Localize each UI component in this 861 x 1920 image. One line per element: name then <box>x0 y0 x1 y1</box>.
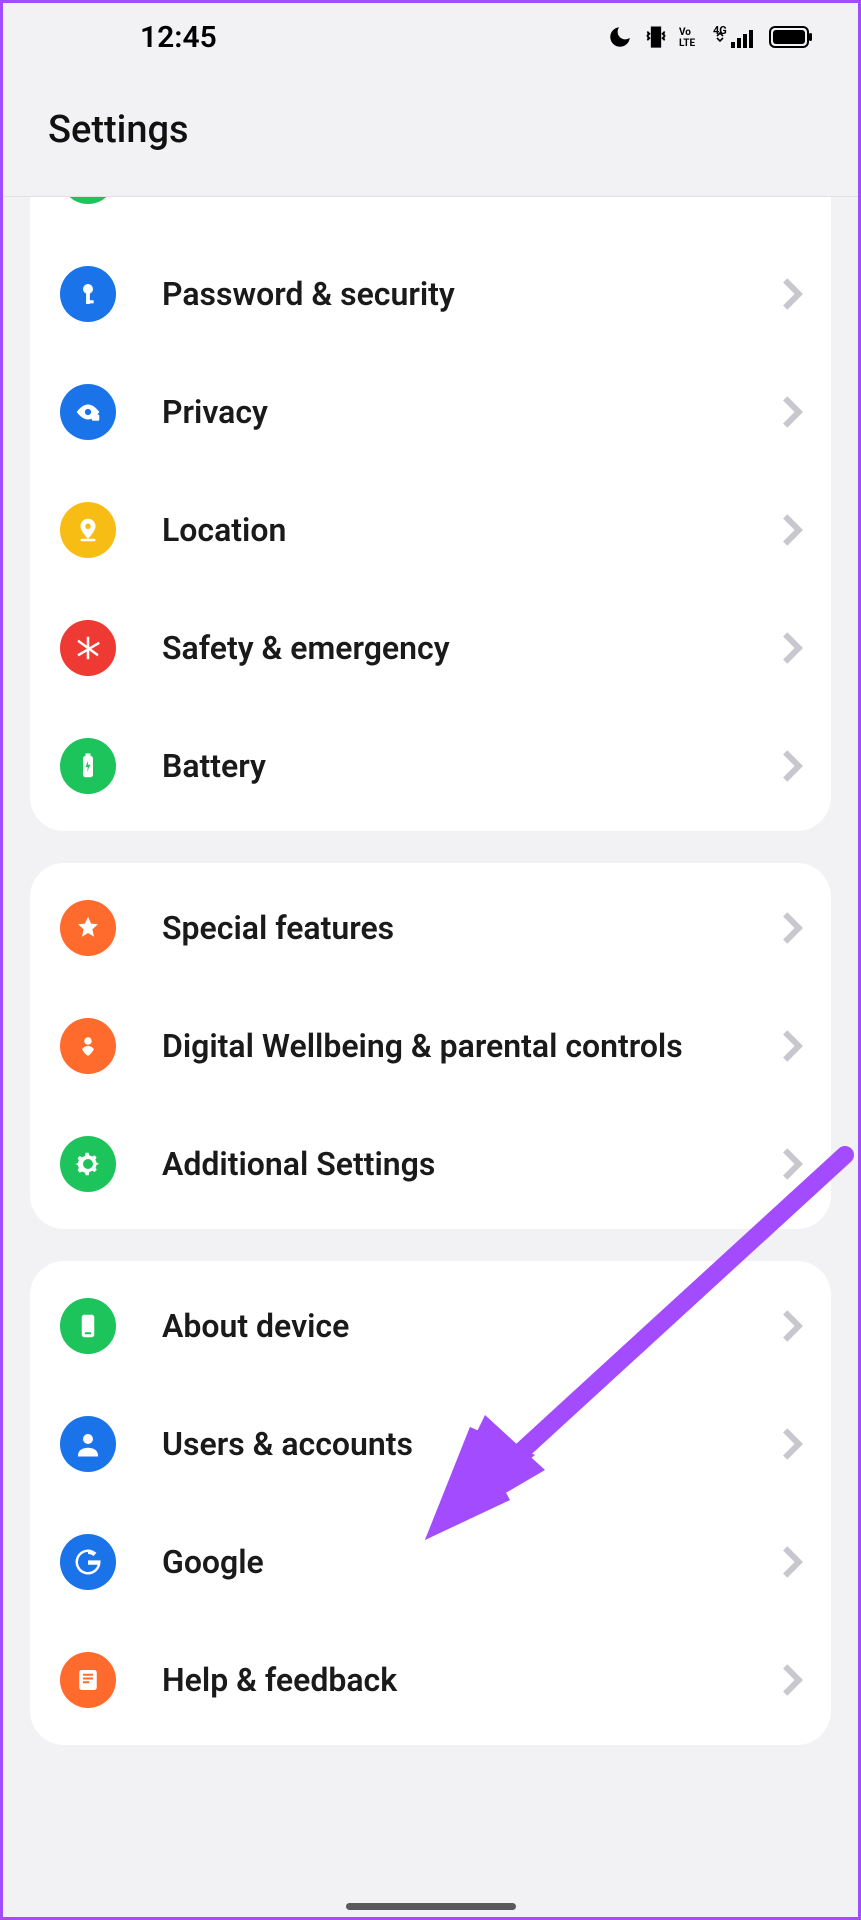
settings-label: Special features <box>162 908 781 948</box>
vibrate-icon <box>643 24 669 50</box>
heart-icon <box>60 1018 116 1074</box>
chevron-right-icon <box>781 277 803 311</box>
chevron-right-icon <box>781 1663 803 1697</box>
settings-list: Apps Password & security Privacy Locatio… <box>0 196 861 1745</box>
settings-item-google[interactable]: Google <box>30 1503 831 1621</box>
settings-group-features: Special features Digital Wellbeing & par… <box>30 863 831 1229</box>
settings-label: Help & feedback <box>162 1660 781 1700</box>
svg-text:4G: 4G <box>713 24 727 37</box>
settings-label: Additional Settings <box>162 1144 781 1184</box>
settings-label: Password & security <box>162 274 781 314</box>
settings-item-additional[interactable]: Additional Settings <box>30 1105 831 1223</box>
key-icon <box>60 266 116 322</box>
dnd-moon-icon <box>607 24 633 50</box>
pin-icon <box>60 502 116 558</box>
apps-icon <box>60 196 116 204</box>
status-bar: 12:45 VoLTE 4G <box>0 0 861 74</box>
chevron-right-icon <box>781 749 803 783</box>
chevron-right-icon <box>781 1309 803 1343</box>
settings-group-device: Apps Password & security Privacy Locatio… <box>30 196 831 831</box>
signal-icon: 4G <box>713 24 759 50</box>
svg-text:Vo: Vo <box>679 27 691 38</box>
settings-label: About device <box>162 1306 781 1346</box>
settings-item-wellbeing[interactable]: Digital Wellbeing & parental controls <box>30 987 831 1105</box>
settings-label: Privacy <box>162 392 781 432</box>
settings-label: Location <box>162 510 781 550</box>
settings-label: Battery <box>162 746 781 786</box>
settings-item-special[interactable]: Special features <box>30 869 831 987</box>
settings-item-battery[interactable]: Battery <box>30 707 831 825</box>
settings-item-help[interactable]: Help & feedback <box>30 1621 831 1739</box>
settings-label: Safety & emergency <box>162 628 781 668</box>
chevron-right-icon <box>781 631 803 665</box>
status-time: 12:45 <box>140 20 217 55</box>
battery-icon <box>60 738 116 794</box>
asterisk-icon <box>60 620 116 676</box>
settings-item-safety[interactable]: Safety & emergency <box>30 589 831 707</box>
chevron-right-icon <box>781 1545 803 1579</box>
star-icon <box>60 900 116 956</box>
gear-icon <box>60 1136 116 1192</box>
settings-scroll[interactable]: Apps Password & security Privacy Locatio… <box>0 196 861 1920</box>
page-title: Settings <box>48 108 861 152</box>
volte-icon: VoLTE <box>679 26 703 48</box>
settings-item-location[interactable]: Location <box>30 471 831 589</box>
settings-label: Google <box>162 1542 781 1582</box>
status-icons: VoLTE 4G <box>607 24 813 50</box>
chevron-right-icon <box>781 1147 803 1181</box>
chevron-right-icon <box>781 911 803 945</box>
battery-status-icon <box>769 26 813 48</box>
eye-lock-icon <box>60 384 116 440</box>
settings-label: Digital Wellbeing & parental controls <box>162 1026 781 1066</box>
settings-item-password[interactable]: Password & security <box>30 235 831 353</box>
chevron-right-icon <box>781 1029 803 1063</box>
svg-text:LTE: LTE <box>679 38 695 48</box>
device-icon <box>60 1298 116 1354</box>
book-icon <box>60 1652 116 1708</box>
chevron-right-icon <box>781 513 803 547</box>
google-icon <box>60 1534 116 1590</box>
settings-item-users[interactable]: Users & accounts <box>30 1385 831 1503</box>
chevron-right-icon <box>781 395 803 429</box>
settings-label: Users & accounts <box>162 1424 781 1464</box>
settings-item-about[interactable]: About device <box>30 1267 831 1385</box>
person-icon <box>60 1416 116 1472</box>
settings-group-system: About device Users & accounts Google Hel… <box>30 1261 831 1745</box>
home-indicator[interactable] <box>346 1903 516 1910</box>
settings-item-privacy[interactable]: Privacy <box>30 353 831 471</box>
chevron-right-icon <box>781 1427 803 1461</box>
header: Settings <box>0 74 861 186</box>
settings-item-apps[interactable]: Apps <box>30 196 831 235</box>
